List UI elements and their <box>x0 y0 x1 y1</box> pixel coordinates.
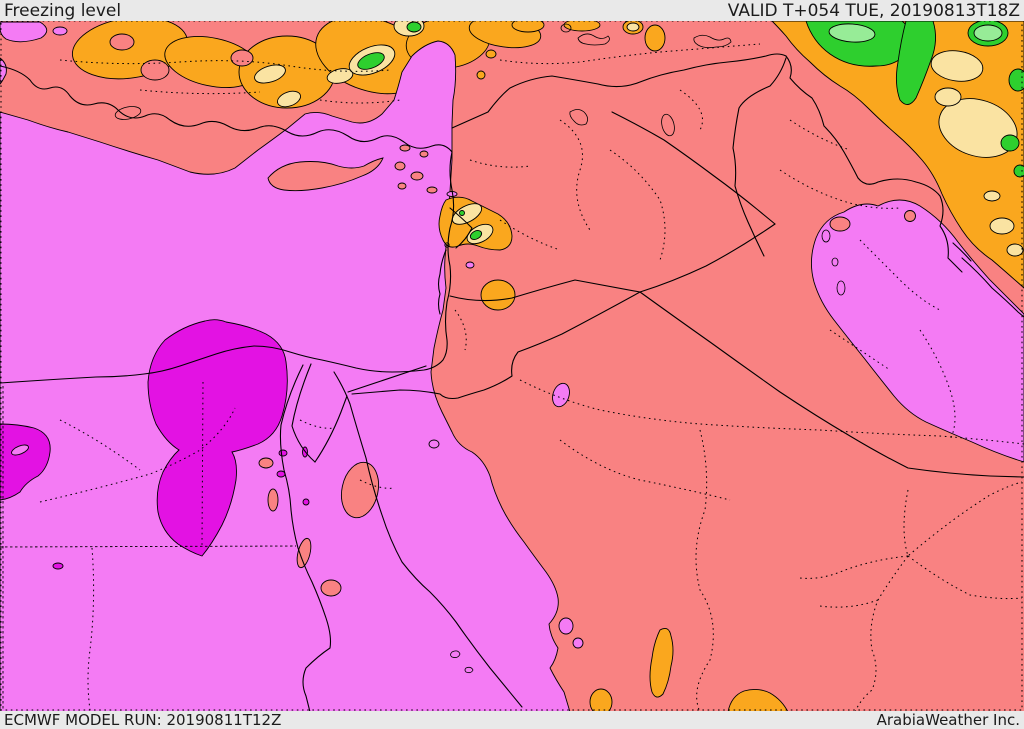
page-title: Freezing level <box>4 0 122 21</box>
brand-label: ArabiaWeather Inc. <box>876 711 1020 729</box>
footer-bar: ECMWF MODEL RUN: 20190811T12Z ArabiaWeat… <box>0 711 1024 729</box>
freezing-level-map <box>0 15 1024 716</box>
valid-time-label: VALID T+054 TUE, 20190813T18Z <box>727 0 1020 21</box>
weather-map-window: Freezing level VALID T+054 TUE, 20190813… <box>0 0 1024 729</box>
header-bar: Freezing level VALID T+054 TUE, 20190813… <box>0 0 1024 21</box>
model-run-label: ECMWF MODEL RUN: 20190811T12Z <box>4 711 282 729</box>
contour-violet-aegean <box>0 21 48 43</box>
